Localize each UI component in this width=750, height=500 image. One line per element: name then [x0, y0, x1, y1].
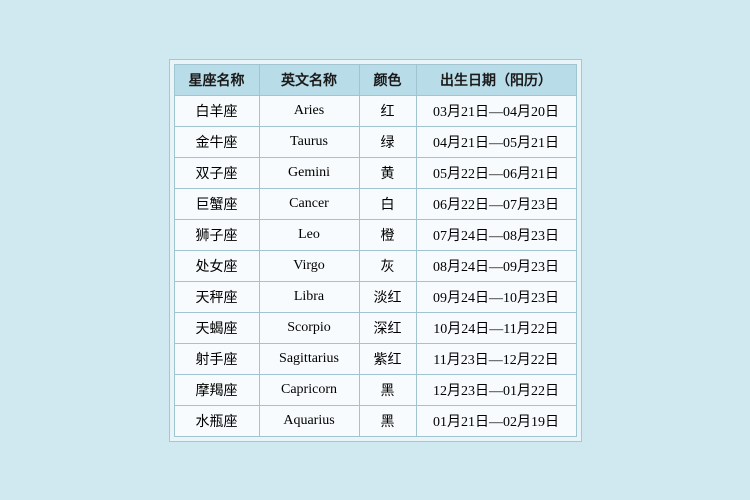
cell-zh: 巨蟹座: [174, 188, 259, 219]
cell-zh: 射手座: [174, 343, 259, 374]
cell-zh: 双子座: [174, 157, 259, 188]
cell-color: 灰: [359, 250, 416, 281]
cell-color: 黑: [359, 374, 416, 405]
cell-date: 05月22日—06月21日: [416, 157, 576, 188]
cell-en: Aries: [259, 95, 359, 126]
cell-color: 红: [359, 95, 416, 126]
cell-color: 黑: [359, 405, 416, 436]
table-row: 狮子座Leo橙07月24日—08月23日: [174, 219, 576, 250]
cell-en: Gemini: [259, 157, 359, 188]
cell-date: 11月23日—12月22日: [416, 343, 576, 374]
table-row: 白羊座Aries红03月21日—04月20日: [174, 95, 576, 126]
table-header-row: 星座名称 英文名称 颜色 出生日期（阳历）: [174, 64, 576, 95]
table-row: 巨蟹座Cancer白06月22日—07月23日: [174, 188, 576, 219]
cell-date: 04月21日—05月21日: [416, 126, 576, 157]
cell-en: Leo: [259, 219, 359, 250]
cell-en: Virgo: [259, 250, 359, 281]
zodiac-table-wrapper: 星座名称 英文名称 颜色 出生日期（阳历） 白羊座Aries红03月21日—04…: [169, 59, 582, 442]
table-row: 天秤座Libra淡红09月24日—10月23日: [174, 281, 576, 312]
table-row: 金牛座Taurus绿04月21日—05月21日: [174, 126, 576, 157]
cell-date: 01月21日—02月19日: [416, 405, 576, 436]
cell-zh: 金牛座: [174, 126, 259, 157]
cell-date: 09月24日—10月23日: [416, 281, 576, 312]
cell-zh: 摩羯座: [174, 374, 259, 405]
cell-date: 12月23日—01月22日: [416, 374, 576, 405]
cell-zh: 天蝎座: [174, 312, 259, 343]
cell-zh: 白羊座: [174, 95, 259, 126]
header-en: 英文名称: [259, 64, 359, 95]
cell-en: Cancer: [259, 188, 359, 219]
cell-color: 黄: [359, 157, 416, 188]
cell-en: Capricorn: [259, 374, 359, 405]
cell-zh: 狮子座: [174, 219, 259, 250]
cell-color: 深红: [359, 312, 416, 343]
table-row: 水瓶座Aquarius黑01月21日—02月19日: [174, 405, 576, 436]
cell-date: 06月22日—07月23日: [416, 188, 576, 219]
cell-date: 03月21日—04月20日: [416, 95, 576, 126]
table-row: 双子座Gemini黄05月22日—06月21日: [174, 157, 576, 188]
cell-en: Sagittarius: [259, 343, 359, 374]
table-row: 天蝎座Scorpio深红10月24日—11月22日: [174, 312, 576, 343]
cell-en: Scorpio: [259, 312, 359, 343]
cell-zh: 天秤座: [174, 281, 259, 312]
cell-en: Aquarius: [259, 405, 359, 436]
cell-color: 橙: [359, 219, 416, 250]
cell-date: 07月24日—08月23日: [416, 219, 576, 250]
table-row: 射手座Sagittarius紫红11月23日—12月22日: [174, 343, 576, 374]
cell-en: Taurus: [259, 126, 359, 157]
header-zh: 星座名称: [174, 64, 259, 95]
cell-color: 绿: [359, 126, 416, 157]
cell-en: Libra: [259, 281, 359, 312]
cell-color: 白: [359, 188, 416, 219]
cell-date: 08月24日—09月23日: [416, 250, 576, 281]
table-row: 摩羯座Capricorn黑12月23日—01月22日: [174, 374, 576, 405]
table-row: 处女座Virgo灰08月24日—09月23日: [174, 250, 576, 281]
header-date: 出生日期（阳历）: [416, 64, 576, 95]
zodiac-table: 星座名称 英文名称 颜色 出生日期（阳历） 白羊座Aries红03月21日—04…: [174, 64, 577, 437]
cell-date: 10月24日—11月22日: [416, 312, 576, 343]
cell-color: 紫红: [359, 343, 416, 374]
header-color: 颜色: [359, 64, 416, 95]
cell-zh: 处女座: [174, 250, 259, 281]
cell-zh: 水瓶座: [174, 405, 259, 436]
cell-color: 淡红: [359, 281, 416, 312]
